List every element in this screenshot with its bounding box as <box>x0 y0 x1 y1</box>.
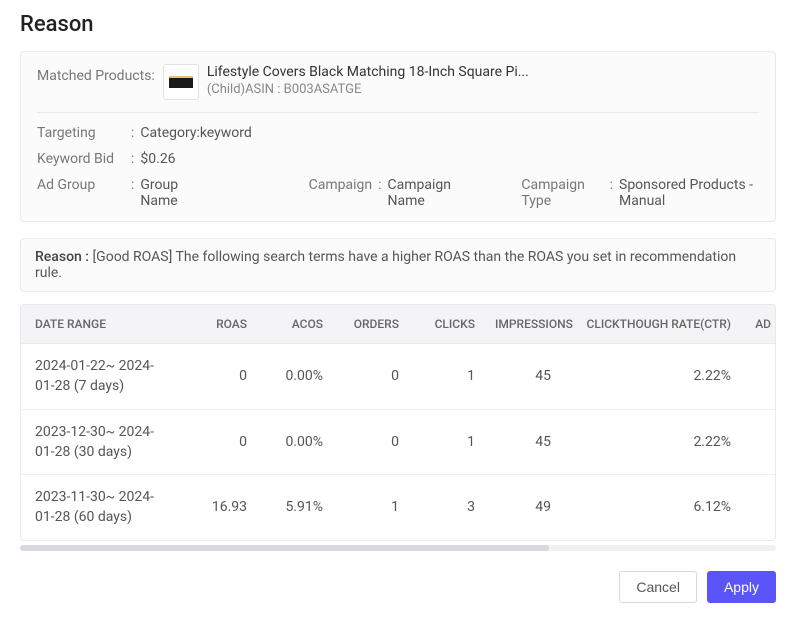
targeting-label: Targeting <box>37 125 125 141</box>
metrics-table-wrap[interactable]: DATE RANGE ROAS ACOS ORDERS CLICKS IMPRE… <box>20 304 776 541</box>
matched-products-label: Matched Products: <box>37 64 155 84</box>
product-asin: (Child)ASIN : B003ASATGE <box>207 82 529 97</box>
col-ctr: CLICKTHOUGH RATE(CTR) <box>561 305 741 344</box>
cell-roas: 0 <box>181 344 257 410</box>
cell-date-range: 2024-01-22~ 2024-01-28 (7 days) <box>21 344 181 410</box>
col-ad: AD <box>741 305 776 344</box>
table-body: 2024-01-22~ 2024-01-28 (7 days) 0 0.00% … <box>21 344 776 540</box>
targeting-field: Targeting : Category:keyword <box>37 125 252 141</box>
cancel-button[interactable]: Cancel <box>619 571 697 603</box>
cell-impressions: 49 <box>485 475 561 540</box>
cell-impressions: 45 <box>485 409 561 475</box>
cell-clicks: 1 <box>409 409 485 475</box>
cell-acos: 0.00% <box>257 409 333 475</box>
page-title: Reason <box>20 12 776 37</box>
col-impressions: IMPRESSIONS <box>485 305 561 344</box>
cell-ctr: 6.12% <box>561 475 741 540</box>
cell-ad <box>741 409 776 475</box>
col-date-range: DATE RANGE <box>21 305 181 344</box>
col-roas: ROAS <box>181 305 257 344</box>
cell-ctr: 2.22% <box>561 344 741 410</box>
product-image-icon <box>169 76 193 88</box>
cell-orders: 0 <box>333 409 409 475</box>
targeting-value: Category:keyword <box>140 125 251 141</box>
metrics-table: DATE RANGE ROAS ACOS ORDERS CLICKS IMPRE… <box>21 305 776 540</box>
cell-orders: 0 <box>333 344 409 410</box>
product-info: Lifestyle Covers Black Matching 18-Inch … <box>207 64 529 97</box>
campaign-field: Campaign : Campaign Name <box>309 177 482 209</box>
campaign-type-value: Sponsored Products - Manual <box>619 177 759 209</box>
product-title: Lifestyle Covers Black Matching 18-Inch … <box>207 64 529 80</box>
keyword-bid-label: Keyword Bid <box>37 151 125 167</box>
campaign-label: Campaign <box>309 177 372 193</box>
reason-label: Reason : <box>35 249 89 265</box>
table-row: 2023-12-30~ 2024-01-28 (30 days) 0 0.00%… <box>21 409 776 475</box>
keyword-bid-field: Keyword Bid : $0.26 <box>37 151 176 167</box>
campaign-type-field: Campaign Type : Sponsored Products - Man… <box>521 177 759 209</box>
product-thumbnail <box>163 64 199 100</box>
cell-impressions: 45 <box>485 344 561 410</box>
table-header-row: DATE RANGE ROAS ACOS ORDERS CLICKS IMPRE… <box>21 305 776 344</box>
ad-group-label: Ad Group <box>37 177 125 193</box>
cell-orders: 1 <box>333 475 409 540</box>
cell-roas: 16.93 <box>181 475 257 540</box>
dialog-footer: Cancel Apply <box>20 571 776 603</box>
cell-date-range: 2023-11-30~ 2024-01-28 (60 days) <box>21 475 181 540</box>
cell-date-range: 2023-12-30~ 2024-01-28 (30 days) <box>21 409 181 475</box>
reason-text: [Good ROAS] The following search terms h… <box>35 249 736 281</box>
col-clicks: CLICKS <box>409 305 485 344</box>
apply-button[interactable]: Apply <box>707 571 776 603</box>
matched-products-row: Matched Products: Lifestyle Covers Black… <box>37 64 759 113</box>
cell-clicks: 1 <box>409 344 485 410</box>
horizontal-scrollbar[interactable] <box>20 545 776 551</box>
reason-bar: Reason : [Good ROAS] The following searc… <box>20 238 776 292</box>
col-acos: ACOS <box>257 305 333 344</box>
ad-group-field: Ad Group : Group Name <box>37 177 209 209</box>
cell-roas: 0 <box>181 409 257 475</box>
cell-clicks: 3 <box>409 475 485 540</box>
cell-ctr: 2.22% <box>561 409 741 475</box>
cell-acos: 5.91% <box>257 475 333 540</box>
col-orders: ORDERS <box>333 305 409 344</box>
cell-ad <box>741 344 776 410</box>
cell-ad <box>741 475 776 540</box>
keyword-bid-value: $0.26 <box>140 151 175 167</box>
table-row: 2024-01-22~ 2024-01-28 (7 days) 0 0.00% … <box>21 344 776 410</box>
ad-group-value: Group Name <box>140 177 208 209</box>
campaign-type-label: Campaign Type <box>521 177 603 209</box>
campaign-value: Campaign Name <box>387 177 481 209</box>
table-row: 2023-11-30~ 2024-01-28 (60 days) 16.93 5… <box>21 475 776 540</box>
cell-acos: 0.00% <box>257 344 333 410</box>
details-card: Matched Products: Lifestyle Covers Black… <box>20 51 776 222</box>
info-grid: Targeting : Category:keyword Keyword Bid… <box>37 125 759 209</box>
